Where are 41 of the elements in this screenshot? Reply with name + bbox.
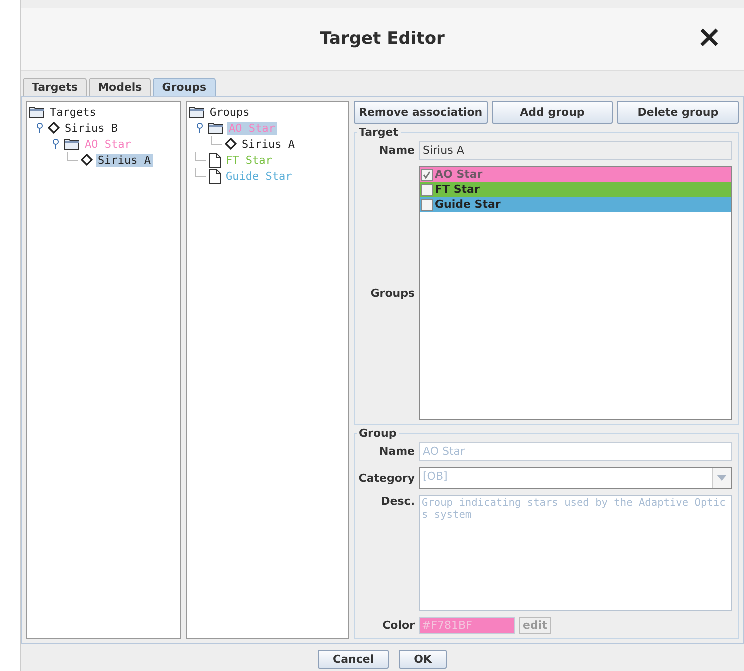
field-label: Desc.: [380, 495, 415, 508]
window-title: Target Editor: [320, 29, 445, 49]
document-icon: [209, 168, 221, 184]
field-label: Name: [378, 144, 415, 157]
tab[interactable]: Groups: [153, 78, 216, 96]
diamond-icon: [225, 138, 237, 150]
tree-node[interactable]: Sirius A: [240, 138, 297, 150]
dialog-button[interactable]: OK: [399, 650, 447, 669]
folder-icon: [29, 106, 45, 118]
tree-node[interactable]: Sirius B: [63, 122, 120, 134]
field-label: Category: [358, 472, 415, 484]
field-label: Name: [378, 445, 415, 458]
tree-root[interactable]: Groups: [208, 106, 252, 118]
tab[interactable]: Targets: [23, 78, 88, 96]
folder-icon: [189, 106, 205, 118]
folder-icon: [208, 122, 224, 134]
action-button[interactable]: Delete group: [617, 101, 739, 124]
tab[interactable]: Models: [89, 78, 152, 96]
group-list-item[interactable]: Guide Star: [420, 197, 731, 212]
field-label: Groups: [370, 286, 415, 300]
checkbox[interactable]: [421, 198, 433, 210]
action-button[interactable]: Add group: [492, 101, 614, 124]
folder-icon: [64, 138, 80, 150]
name-field[interactable]: Sirius A: [419, 141, 732, 160]
field-label: Color: [382, 619, 415, 632]
tree-node[interactable]: Sirius A: [96, 154, 153, 166]
group-list-item[interactable]: FT Star: [420, 182, 731, 197]
expand-handle-icon[interactable]: [195, 123, 205, 133]
checkbox[interactable]: [421, 184, 433, 196]
section-title: Group: [358, 427, 398, 440]
dialog-button[interactable]: Cancel: [318, 650, 390, 669]
document-icon: [209, 152, 221, 168]
diamond-icon: [48, 122, 60, 134]
expand-handle-icon[interactable]: [35, 123, 45, 133]
diamond-icon: [81, 154, 93, 166]
action-button[interactable]: Remove association: [354, 101, 488, 124]
close-button[interactable]: ×: [696, 26, 722, 50]
section-title: Target: [358, 126, 400, 139]
dropdown-arrow-icon: [717, 475, 727, 481]
tree-root[interactable]: Targets: [48, 106, 98, 118]
expand-handle-icon[interactable]: [51, 139, 61, 149]
